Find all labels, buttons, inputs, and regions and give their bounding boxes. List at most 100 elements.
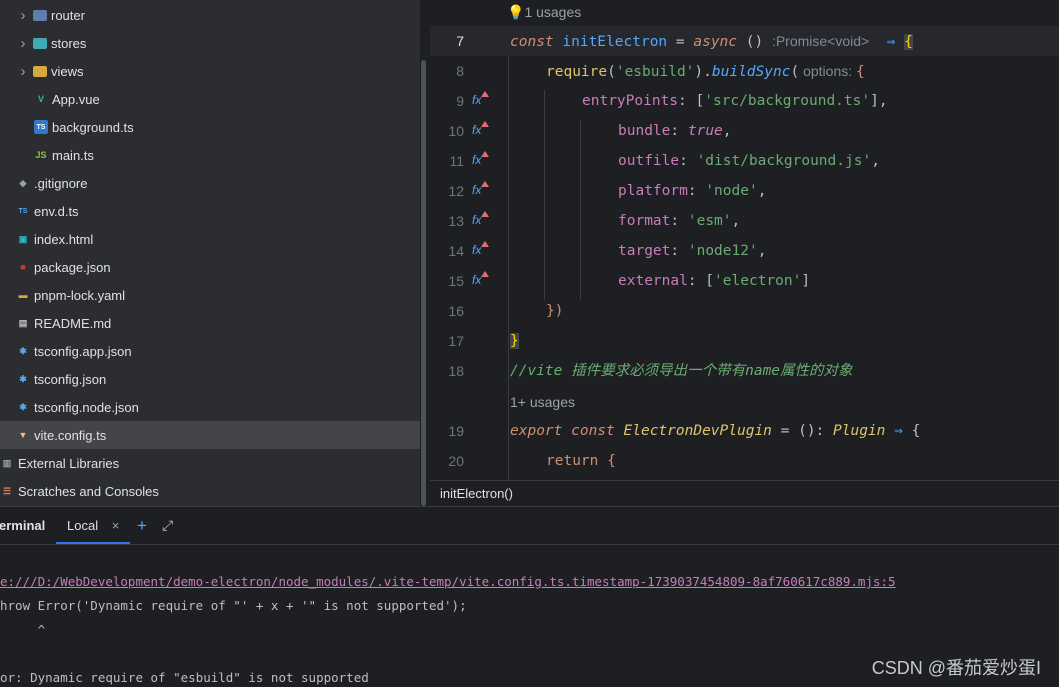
tree-item-label: External Libraries (18, 455, 120, 471)
code-line[interactable]: 7 const initElectron = async () :Promise… (430, 26, 1059, 56)
tree-item[interactable]: ▥ External Libraries (0, 449, 420, 477)
code-line[interactable]: 19 export const ElectronDevPlugin = (): … (430, 416, 1059, 446)
tree-item[interactable]: › router (0, 1, 420, 29)
tree-item[interactable]: TS background.ts (0, 113, 420, 141)
chevron-right-icon[interactable]: › (18, 63, 28, 80)
add-tab-icon[interactable]: + (137, 507, 147, 544)
tree-item-label: env.d.ts (34, 203, 79, 219)
line-number: 11 (449, 153, 464, 169)
terminal-output-line: ^ (0, 622, 46, 637)
folder-icon (33, 9, 47, 21)
tree-item-label: tsconfig.json (34, 371, 107, 387)
code-line[interactable]: 18 //vite 插件要求必须导出一个带有name属性的对象 (430, 356, 1059, 386)
tree-item-label: background.ts (52, 119, 134, 135)
tree-item[interactable]: ✱ tsconfig.node.json (0, 393, 420, 421)
tree-item-label: pnpm-lock.yaml (34, 287, 126, 303)
terminal-output-line[interactable]: e:///D:/WebDevelopment/demo-electron/nod… (0, 574, 896, 589)
yaml-file-icon: ▬ (18, 290, 28, 300)
tree-item-label: views (51, 63, 84, 79)
terminal-title: erminal (0, 518, 46, 533)
javascript-file-icon: JS (35, 150, 47, 160)
line-number: 9 (456, 93, 464, 109)
tree-item[interactable]: ✱ tsconfig.app.json (0, 337, 420, 365)
lightbulb-icon[interactable]: 💡 (507, 4, 524, 20)
tree-item[interactable]: ▬ pnpm-lock.yaml (0, 281, 420, 309)
tree-item[interactable]: ☰ Scratches and Consoles (0, 477, 420, 505)
tree-item[interactable]: ▤ README.md (0, 309, 420, 337)
function-gutter-icon[interactable]: fx (472, 121, 490, 137)
config-file-icon: ✱ (19, 401, 27, 412)
line-number: 10 (448, 123, 464, 139)
code-line[interactable]: 15 fx external: ['electron'] (430, 266, 1059, 296)
function-gutter-icon[interactable]: fx (472, 151, 490, 167)
watermark: CSDN @番茄爱炒蛋I (871, 658, 1041, 678)
tree-item-label: Scratches and Consoles (18, 483, 159, 499)
terminal-output-line: or: Dynamic require of "esbuild" is not … (0, 670, 369, 685)
git-ignore-icon: ◆ (19, 177, 27, 188)
terminal-tab-bar: erminal Local × + ⤢ (0, 507, 1059, 545)
function-gutter-icon[interactable]: fx (472, 91, 490, 107)
config-file-icon: ✱ (19, 373, 27, 384)
tree-item-label: vite.config.ts (34, 427, 107, 443)
tab-local[interactable]: Local × (56, 507, 130, 544)
tree-item[interactable]: ▼ vite.config.ts (0, 421, 420, 449)
tree-item[interactable]: JS main.ts (0, 141, 420, 169)
tree-item[interactable]: ◆ .gitignore (0, 169, 420, 197)
code-line[interactable]: 9 fx entryPoints: ['src/background.ts'], (430, 86, 1059, 116)
typescript-declaration-icon: TS (18, 207, 28, 215)
html-file-icon: ▣ (18, 233, 28, 244)
chevron-right-icon[interactable]: › (18, 7, 28, 24)
type-hint: :Promise<void> (771, 33, 870, 49)
code-line[interactable]: 13 fx format: 'esm', (430, 206, 1059, 236)
tree-item[interactable]: TS env.d.ts (0, 197, 420, 225)
line-number: 13 (448, 213, 464, 229)
line-number: 8 (456, 63, 464, 79)
tree-item-label: .gitignore (34, 175, 88, 191)
breadcrumb[interactable]: initElectron() (430, 480, 1059, 506)
chevron-right-icon[interactable]: › (18, 35, 28, 52)
tree-item[interactable]: ■ package.json (0, 253, 420, 281)
tree-item[interactable]: ▣ index.html (0, 225, 420, 253)
close-icon[interactable]: × (112, 518, 120, 533)
tree-item[interactable]: › stores (0, 29, 420, 57)
function-gutter-icon[interactable]: fx (472, 211, 490, 227)
line-number: 14 (448, 243, 464, 259)
function-gutter-icon[interactable]: fx (472, 241, 490, 257)
param-hint: options: (799, 63, 857, 79)
line-number: 16 (448, 303, 464, 319)
code-line[interactable]: 11 fx outfile: 'dist/background.js', (430, 146, 1059, 176)
function-gutter-icon[interactable]: fx (472, 271, 490, 287)
typescript-file-icon: TS (34, 120, 48, 134)
code-line[interactable]: 17 } (430, 326, 1059, 356)
scratches-icon: ☰ (2, 485, 12, 496)
code-line[interactable]: 14 fx target: 'node12', (430, 236, 1059, 266)
vite-icon: ▼ (18, 430, 28, 440)
project-tree-scrollbar[interactable] (421, 60, 426, 506)
npm-package-icon: ■ (20, 262, 26, 272)
code-line[interactable]: 10 fx bundle: true, (430, 116, 1059, 146)
line-number: 18 (448, 363, 464, 379)
code-line[interactable]: 8 require('esbuild').buildSync( options:… (430, 56, 1059, 86)
code-line[interactable]: 20 return { (430, 446, 1059, 476)
usages-hint[interactable]: 💡1 usages (507, 0, 581, 24)
code-line[interactable]: 16 }) (430, 296, 1059, 326)
vue-file-icon: V (37, 94, 44, 104)
tree-item[interactable]: ✱ tsconfig.json (0, 365, 420, 393)
tree-item[interactable]: V App.vue (0, 85, 420, 113)
folder-icon (33, 37, 47, 49)
code-editor[interactable]: 💡1 usages 7 const initElectron = async (… (430, 0, 1059, 506)
usages-hint[interactable]: 1+ usages (510, 390, 575, 414)
function-gutter-icon[interactable]: fx (472, 181, 490, 197)
line-number: 15 (448, 273, 464, 289)
tree-item-label: main.ts (52, 147, 94, 163)
line-number: 7 (456, 33, 464, 49)
tree-item[interactable]: › views (0, 57, 420, 85)
tree-item-label: App.vue (52, 91, 100, 107)
expand-icon[interactable]: ⤢ (162, 507, 173, 544)
project-tree: › router › stores › views V App.vue TS background… (0, 0, 420, 506)
tree-item-label: package.json (34, 259, 111, 275)
line-number: 17 (448, 333, 464, 349)
config-file-icon: ✱ (19, 345, 27, 356)
code-line[interactable]: 12 fx platform: 'node', (430, 176, 1059, 206)
tree-item-label: index.html (34, 231, 94, 247)
